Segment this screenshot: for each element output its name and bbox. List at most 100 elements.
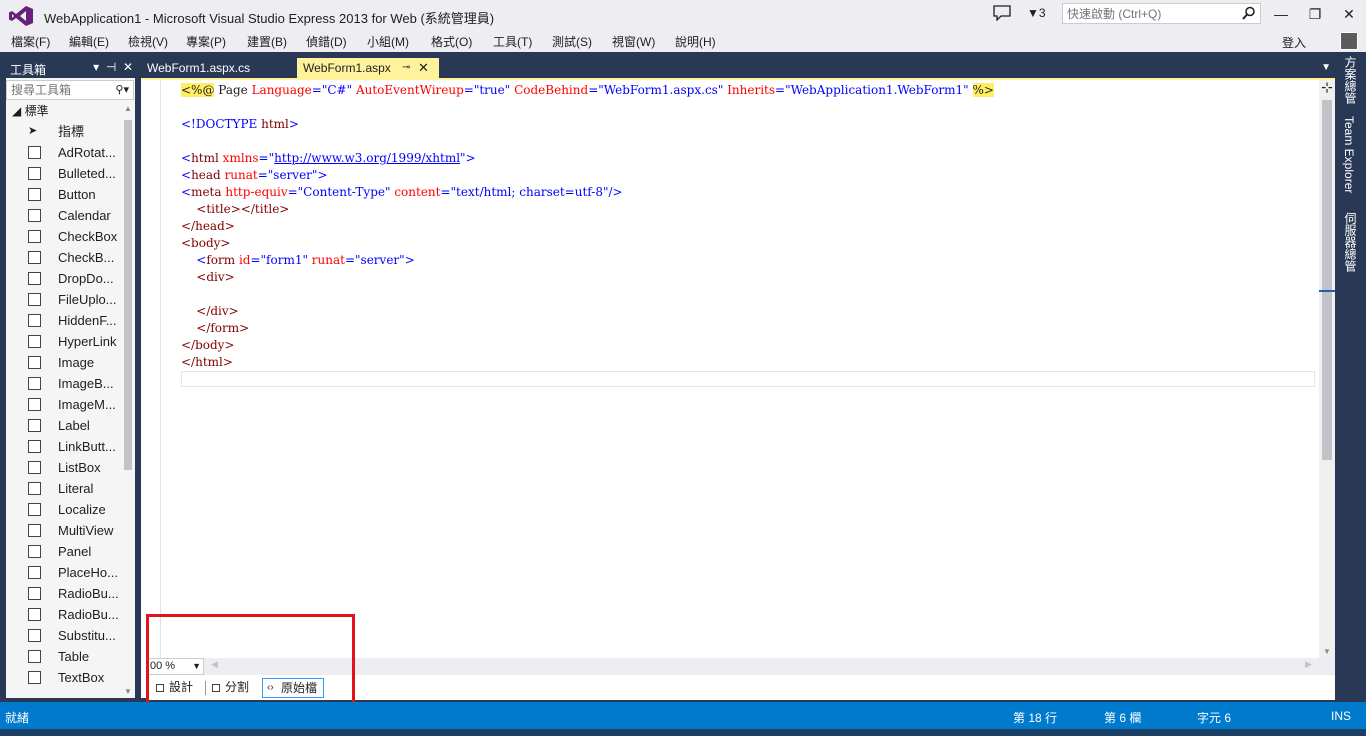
- toolbox-item[interactable]: CheckB...: [6, 247, 122, 268]
- toolbox-item[interactable]: ImageB...: [6, 373, 122, 394]
- splitter-icon[interactable]: ⊹: [1319, 80, 1335, 96]
- pin-icon[interactable]: ⊣: [106, 60, 116, 74]
- toolbox-item[interactable]: ➤ 指標: [6, 121, 122, 142]
- control-icon: [28, 524, 41, 537]
- toolbox-item[interactable]: LinkButt...: [6, 436, 122, 457]
- toolbox-item[interactable]: Localize: [6, 499, 122, 520]
- toolbox-search-input[interactable]: [7, 81, 107, 99]
- toolbox-item[interactable]: Table: [6, 646, 122, 667]
- user-avatar-icon[interactable]: [1340, 32, 1358, 50]
- scroll-down-arrow-icon[interactable]: ▼: [1323, 647, 1331, 656]
- search-icon[interactable]: [1242, 6, 1256, 20]
- tab-label: WebForm1.aspx.cs: [147, 61, 251, 75]
- toolbox-item-label: 指標: [58, 124, 85, 139]
- menu-view[interactable]: 檢視(V): [128, 33, 168, 50]
- server-explorer-tab[interactable]: 伺服器總管: [1342, 212, 1359, 272]
- toolbox-item[interactable]: RadioBu...: [6, 583, 122, 604]
- toolbox-item[interactable]: Bulleted...: [6, 163, 122, 184]
- tab-label: WebForm1.aspx: [303, 61, 391, 75]
- code-line-1: <%@ Page Language="C#" AutoEventWireup="…: [181, 83, 994, 97]
- solution-explorer-tab[interactable]: 方案總管: [1342, 56, 1359, 104]
- control-icon: [28, 335, 41, 348]
- signin-link[interactable]: 登入: [1282, 34, 1306, 51]
- scroll-up-arrow-icon[interactable]: ▲: [124, 104, 132, 113]
- control-icon: [28, 377, 41, 390]
- toolbox-item[interactable]: HyperLink: [6, 331, 122, 352]
- toolbox-group-label: 標準: [24, 104, 49, 118]
- menu-team[interactable]: 小組(M): [367, 33, 409, 50]
- toolbox-item[interactable]: RadioBu...: [6, 604, 122, 625]
- toolbox-item[interactable]: ListBox: [6, 457, 122, 478]
- menu-test[interactable]: 測試(S): [552, 33, 592, 50]
- quick-launch-input[interactable]: [1063, 4, 1233, 23]
- scroll-right-arrow-icon[interactable]: ▶: [1305, 659, 1312, 670]
- notification-icon[interactable]: [993, 5, 1011, 21]
- toolbox-item[interactable]: Button: [6, 184, 122, 205]
- feedback-filter-icon[interactable]: ▼3: [1027, 6, 1046, 20]
- search-icon[interactable]: ⚲▾: [115, 83, 129, 96]
- dropdown-arrow-icon[interactable]: ▾: [93, 60, 99, 74]
- close-button[interactable]: ✕: [1334, 4, 1364, 24]
- toolbox-item[interactable]: Substitu...: [6, 625, 122, 646]
- control-icon: [28, 440, 41, 453]
- restore-button[interactable]: ❐: [1300, 4, 1330, 24]
- toolbox-item[interactable]: Calendar: [6, 205, 122, 226]
- toolbox-item[interactable]: AdRotat...: [6, 142, 122, 163]
- tab-dropdown-icon[interactable]: ▼: [1321, 58, 1331, 78]
- pin-icon[interactable]: ⊸: [402, 58, 410, 78]
- toolbox-item[interactable]: HiddenF...: [6, 310, 122, 331]
- editor-vertical-scrollbar[interactable]: ⊹ ▼: [1319, 80, 1335, 658]
- toolbox-item-label: RadioBu...: [58, 586, 119, 601]
- code-line-9: </head>: [181, 219, 235, 233]
- menu-format[interactable]: 格式(O): [431, 33, 472, 50]
- toolbox-item-label: PlaceHo...: [58, 565, 118, 580]
- scroll-thumb[interactable]: [1322, 100, 1332, 460]
- toolbox-search[interactable]: ⚲▾: [6, 80, 134, 100]
- toolbox-item[interactable]: Panel: [6, 541, 122, 562]
- menu-project[interactable]: 專案(P): [186, 33, 226, 50]
- close-icon[interactable]: ✕: [123, 60, 133, 74]
- toolbox-item[interactable]: Literal: [6, 478, 122, 499]
- code-line-8: <title></title>: [181, 202, 290, 216]
- menu-tools[interactable]: 工具(T): [493, 33, 532, 50]
- menu-help[interactable]: 說明(H): [675, 33, 716, 50]
- toolbox-item[interactable]: CheckBox: [6, 226, 122, 247]
- scroll-thumb[interactable]: [124, 120, 132, 470]
- toolbox-item[interactable]: FileUplo...: [6, 289, 122, 310]
- control-icon: [28, 419, 41, 432]
- menu-debug[interactable]: 偵錯(D): [306, 33, 347, 50]
- toolbox-title: 工具箱: [10, 63, 47, 77]
- status-char: 字元 6: [1197, 711, 1232, 725]
- menu-window[interactable]: 視窗(W): [612, 33, 655, 50]
- control-icon: [28, 272, 41, 285]
- code-editor[interactable]: <%@ Page Language="C#" AutoEventWireup="…: [141, 78, 1335, 700]
- toolbox-scrollbar[interactable]: ▲ ▼: [123, 104, 133, 698]
- team-explorer-tab[interactable]: Team Explorer: [1342, 116, 1356, 193]
- status-ins: INS: [1331, 709, 1352, 723]
- quick-launch-box[interactable]: [1062, 3, 1261, 24]
- toolbox-item[interactable]: MultiView: [6, 520, 122, 541]
- minimize-button[interactable]: —: [1266, 4, 1296, 24]
- control-icon: [28, 146, 41, 159]
- toolbox-item[interactable]: TextBox: [6, 667, 122, 688]
- toolbox-group-standard[interactable]: ◢ 標準: [6, 102, 135, 121]
- menu-file[interactable]: 檔案(F): [11, 33, 50, 50]
- editor-margin: [141, 80, 161, 660]
- toolbox-item-label: RadioBu...: [58, 607, 119, 622]
- tab-webform1-aspx[interactable]: WebForm1.aspx ⊸ ✕: [297, 58, 439, 78]
- toolbox-item-label: AdRotat...: [58, 145, 116, 160]
- close-tab-icon[interactable]: ✕: [418, 58, 429, 78]
- control-icon: [28, 209, 41, 222]
- menu-edit[interactable]: 編輯(E): [69, 33, 109, 50]
- status-line: 第 18 行: [1013, 711, 1058, 725]
- code-content[interactable]: <%@ Page Language="C#" AutoEventWireup="…: [181, 82, 994, 371]
- tab-webform1-aspx-cs[interactable]: WebForm1.aspx.cs: [141, 58, 293, 78]
- toolbox-item[interactable]: ImageM...: [6, 394, 122, 415]
- menu-build[interactable]: 建置(B): [247, 33, 287, 50]
- toolbox-item[interactable]: DropDo...: [6, 268, 122, 289]
- toolbox-item[interactable]: Label: [6, 415, 122, 436]
- toolbox-item[interactable]: PlaceHo...: [6, 562, 122, 583]
- toolbox-item[interactable]: Image: [6, 352, 122, 373]
- scroll-down-arrow-icon[interactable]: ▼: [124, 687, 132, 696]
